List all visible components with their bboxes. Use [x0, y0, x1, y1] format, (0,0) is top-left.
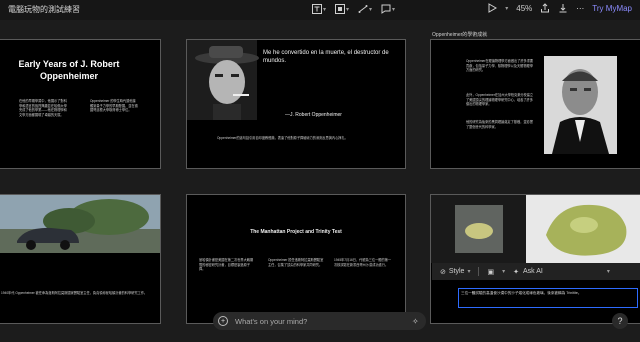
chevron-down-icon: ▾	[346, 6, 350, 13]
more-icon[interactable]: ⋯	[576, 4, 584, 13]
chevron-down-icon: ▾	[369, 6, 373, 13]
slide-1-card[interactable]: Early Years of J. Robert Oppenheimer 在他的…	[0, 39, 161, 169]
prompt-composer: + ✧	[213, 312, 426, 330]
slide-5-paragraph-3: 1945年7月16日，代號為三位一體的第一次核試驗在新墨西哥州沙漠成功進行。	[334, 258, 392, 267]
trinitite-rock-photo	[526, 195, 640, 263]
top-bar: 電腦玩物的測試練習 ▾ ▾ ▾ ▾ ▾ 45% ⋯ Try MyMap	[0, 0, 640, 20]
slide-1-paragraph-1: 在他的早期學習中，他展示了對科學和語言的強烈興趣並在哈佛大學完成了他的學業——他…	[19, 99, 67, 117]
chevron-down-icon: ▾	[467, 269, 471, 275]
connector-tool[interactable]: ▾	[358, 4, 372, 14]
slide-2-quote: Me he convertido en la muerte, el destru…	[263, 50, 389, 64]
document-title[interactable]: 電腦玩物的測試練習	[8, 4, 80, 15]
ask-ai-label: Ask AI	[522, 268, 543, 275]
chevron-down-icon[interactable]: ▾	[502, 268, 505, 275]
sparkle-icon: ✦	[513, 268, 519, 276]
style-toolbar: ⊘ Style ▾ ▣ ▾ ✦ Ask AI ▾	[432, 263, 640, 280]
try-mymap-button[interactable]: Try MyMap	[592, 4, 632, 13]
text-icon	[312, 4, 322, 14]
oppenheimer-portrait	[544, 56, 617, 154]
chevron-down-icon: ▾	[323, 6, 327, 13]
slide-5-card[interactable]: The Manhattan Project and Trinity Test 曼…	[186, 194, 406, 324]
zoom-level[interactable]: 45%	[516, 4, 532, 13]
slide-1-title: Early Years of J. Robert Oppenheimer	[18, 59, 120, 81]
sparkle-icon[interactable]: ✧	[412, 317, 419, 326]
connector-icon	[358, 5, 368, 13]
comment-icon	[381, 4, 391, 14]
chevron-down-icon[interactable]: ▾	[505, 5, 508, 12]
slide-5-paragraph-2: Oppenheimer 擔任洛斯阿拉莫斯實驗室主任，召集了頂尖的科學家共同研究。	[268, 258, 324, 267]
slide-4-paragraph: 1940年代 Oppenheimer 被任命為洛斯阿拉莫斯國家實驗室主任，負責領…	[1, 291, 148, 295]
selected-text-frame[interactable]	[458, 288, 638, 308]
chevron-down-icon: ▾	[392, 6, 396, 13]
add-icon[interactable]: +	[218, 316, 228, 326]
slide-1-paragraph-2: Oppenheimer 的學生時代讓他接觸到量子力學的早期發展，並在德國哥廷根大…	[90, 99, 138, 113]
slide-4-card[interactable]: 1940年代 Oppenheimer 被任命為洛斯阿拉莫斯國家實驗室主任，負責領…	[0, 194, 161, 324]
ask-ai-button[interactable]: ✦ Ask AI	[513, 268, 543, 276]
slide-5-paragraph-1: 曼哈頓計畫是美國在第二次世界大戰期間的秘密研究計畫，目標是製造原子彈。	[199, 258, 254, 272]
slide-3-paragraph-1: Oppenheimer在理論物理學方面做出了許多重要貢獻，包括量子力學、核物理學…	[466, 59, 534, 73]
vintage-car-photo	[0, 195, 160, 253]
style-label: Style	[448, 268, 465, 275]
slide-2-author: —J. Robert Oppenheimer	[285, 112, 342, 118]
toolbar-right: ▾ 45% ⋯ Try MyMap	[487, 3, 632, 13]
slide-5-title: The Manhattan Project and Trinity Test	[250, 229, 342, 235]
comment-tool[interactable]: ▾	[381, 4, 395, 14]
slide-2-card[interactable]: Me he convertido en la muerte, el destru…	[186, 39, 406, 169]
shape-icon	[335, 4, 346, 14]
palette-icon: ⊘	[440, 268, 446, 276]
slide-3-paragraph-3: 他的研究為後來的黑洞理論奠定了基礎，並影響了整個世代的科學家。	[466, 120, 533, 129]
shape-tool[interactable]: ▾	[335, 4, 349, 14]
slide-3-heading: Oppenheimer的學術成就	[432, 32, 488, 38]
play-icon[interactable]	[487, 3, 498, 13]
layout-icon[interactable]: ▣	[487, 268, 494, 276]
prompt-input[interactable]	[233, 315, 407, 327]
download-icon[interactable]	[558, 3, 568, 13]
help-button[interactable]: ?	[612, 313, 628, 329]
text-tool[interactable]: ▾	[312, 4, 326, 14]
slide-3-card[interactable]: Oppenheimer在理論物理學方面做出了許多重要貢獻，包括量子力學、核物理學…	[430, 39, 640, 169]
chevron-down-icon[interactable]: ▾	[607, 268, 610, 275]
slide-3-paragraph-2: 此外，Oppenheimer在加州大學柏克萊分校建立了美國頂尖的理論物理學研究中…	[466, 93, 534, 107]
share-icon[interactable]	[540, 3, 550, 13]
slide-2-paragraph: Oppenheimer的這句話引用自印度教經典，表達了他對原子彈破壞力的深刻反思…	[217, 136, 348, 140]
trinitite-cube-photo	[431, 195, 526, 263]
toolbar-divider	[478, 267, 480, 276]
toolbar-center: ▾ ▾ ▾ ▾	[312, 4, 395, 14]
style-dropdown[interactable]: ⊘ Style ▾	[440, 268, 470, 276]
